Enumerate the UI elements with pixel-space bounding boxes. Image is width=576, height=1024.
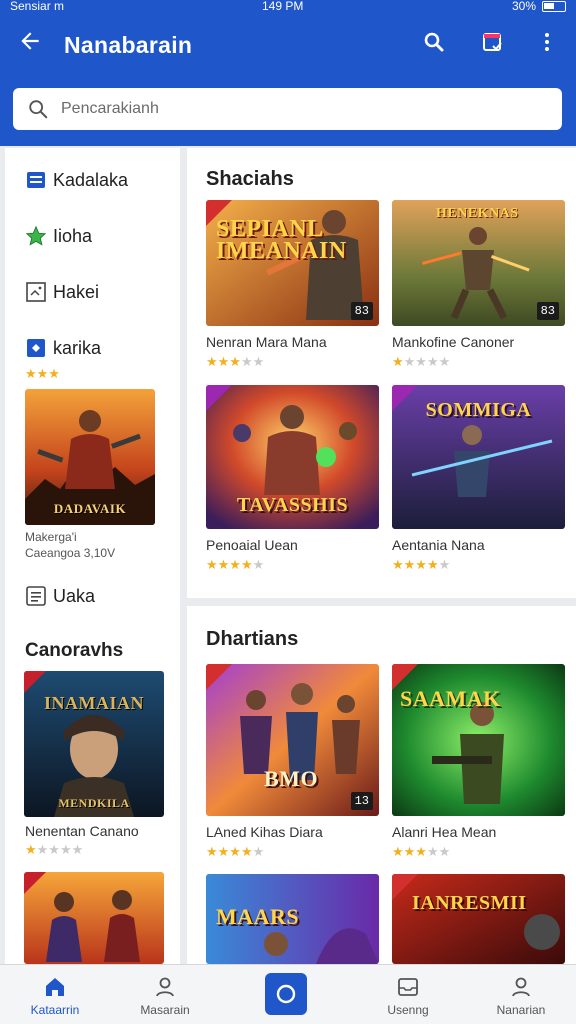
nav-label: Usenng: [387, 1003, 429, 1017]
side-game-rating: ★★★★★: [25, 842, 84, 857]
search-icon: [29, 100, 48, 119]
game-thumbnail: SEPIANL IMEANAIN 83: [206, 200, 379, 326]
search-icon[interactable]: [419, 30, 449, 60]
nav-label: Masarain: [140, 1003, 190, 1017]
card-badge: 13: [350, 792, 373, 810]
side-game-art-sub: MENDKILA: [58, 796, 130, 810]
inbox-icon: [398, 978, 418, 996]
sidebar-item-label: Kadalaka: [53, 170, 129, 190]
card-rating: ★★★★★: [392, 844, 451, 859]
sidebar-item-iioha[interactable]: Iioha: [5, 214, 180, 258]
app-bar: Nanabarain: [0, 14, 576, 78]
image-icon: [26, 282, 46, 302]
star-icon: [25, 225, 47, 246]
list-icon: [27, 172, 45, 188]
side-game-title: Nenentan Canano: [25, 823, 139, 839]
search-bar-container: [0, 78, 576, 146]
person-icon: [156, 977, 174, 997]
game-thumbnail: SAAMAK: [392, 664, 565, 816]
section-title: Shaciahs: [206, 168, 294, 190]
card-rating: ★★★★★: [392, 557, 451, 572]
card-art-title: BMO: [264, 766, 319, 791]
card-title: Alanri Hea Mean: [392, 824, 497, 840]
tag-icon: [27, 339, 45, 357]
featured-art-title: DADAVAIK: [53, 501, 127, 516]
sidebar-item-kadalaka[interactable]: Kadalaka: [5, 158, 180, 202]
card-rating: ★★★★★: [206, 557, 265, 572]
nav-item-usenng[interactable]: Usenng: [353, 965, 463, 1024]
sidebar-item-label: Hakei: [53, 282, 100, 302]
nav-label: Kataarrin: [30, 1003, 80, 1017]
section-featured: Shaciahs SEPIANL IMEANAIN 83 Nenran Mara…: [187, 148, 576, 598]
page-title: Nanabarain: [64, 32, 193, 58]
side-game-image[interactable]: INAMAIAN MENDKILA: [24, 671, 164, 817]
card-badge: 83: [350, 302, 373, 320]
sidebar-item-hakei[interactable]: Hakei: [5, 270, 180, 314]
game-thumbnail: TAVASSHIS: [206, 385, 379, 529]
game-thumbnail: IANRESMII: [392, 874, 565, 964]
sidebar: Kadalaka Iioha Hakei karika ★★★ DADAVAIK…: [5, 148, 180, 964]
card-title: Nenran Mara Mana: [206, 334, 327, 350]
calendar-check-icon[interactable]: [478, 30, 508, 60]
sidebar-item-uaka[interactable]: Uaka: [5, 574, 180, 618]
featured-caption-1: Makerga'i: [25, 530, 77, 544]
side-game-image-2[interactable]: [24, 872, 164, 964]
featured-caption-2: Caeangoa 3,10V: [25, 546, 116, 560]
sidebar-item-label: Uaka: [53, 586, 96, 606]
card-title: Mankofine Canoner: [392, 334, 515, 350]
camera-icon: [276, 984, 296, 1004]
card-rating: ★★★★★: [206, 354, 265, 369]
search-box[interactable]: [13, 88, 562, 130]
battery-icon: [542, 1, 566, 12]
home-icon: [46, 978, 64, 996]
account-icon: [512, 977, 530, 997]
card-title: LAned Kihas Diara: [206, 824, 323, 840]
card-title: Aentania Nana: [392, 537, 485, 553]
arrow-left-icon[interactable]: [14, 28, 46, 60]
bottom-navigation: Kataarrin Masarain Usenng Nanarian: [0, 964, 576, 1024]
card-art-title: IANRESMII: [412, 892, 527, 914]
card-badge: 83: [536, 302, 559, 320]
card-art-title: MAARS: [216, 904, 300, 929]
game-thumbnail: HENEKNAS 83: [392, 200, 565, 326]
categories-heading: Canoravhs: [25, 640, 124, 661]
nav-label: Nanarian: [496, 1003, 546, 1017]
card-rating: ★★★★★: [206, 844, 265, 859]
battery-percent: 30%: [511, 0, 536, 13]
nav-item-home[interactable]: Kataarrin: [0, 965, 110, 1024]
card-art-title: HENEKNAS: [436, 206, 519, 221]
nav-item-masarain[interactable]: Masarain: [110, 965, 220, 1024]
card-art-title: SOMMIGA: [425, 399, 532, 421]
sidebar-item-label: Iioha: [53, 226, 93, 246]
card-art-title: SAAMAK: [400, 686, 501, 711]
card-art-title: TAVASSHIS: [236, 494, 349, 516]
nav-item-nanarian[interactable]: Nanarian: [466, 965, 576, 1024]
sidebar-item-karika[interactable]: karika: [5, 326, 180, 370]
search-input[interactable]: [61, 94, 541, 124]
card-art-title: SEPIANL IMEANAIN: [216, 216, 347, 264]
card-rating: ★★★★★: [392, 354, 451, 369]
sidebar-item-label: karika: [53, 338, 102, 358]
clock: 149 PM: [262, 0, 304, 13]
carrier-text: Sensiar m: [10, 0, 65, 13]
featured-game-image[interactable]: DADAVAIK: [25, 389, 155, 525]
side-game-art-title: INAMAIAN: [44, 693, 144, 713]
main-content: Shaciahs SEPIANL IMEANAIN 83 Nenran Mara…: [187, 148, 576, 964]
section-title: Dhartians: [206, 628, 299, 650]
game-thumbnail: SOMMIGA: [392, 385, 565, 529]
rating-stars: ★★★: [25, 366, 60, 381]
document-icon: [26, 586, 46, 606]
more-vert-icon[interactable]: [532, 30, 562, 60]
game-thumbnail: MAARS: [206, 874, 379, 964]
game-thumbnail: BMO 13: [206, 664, 379, 816]
section-popular: Dhartians BMO 13 LAned Kihas Diara ★★★★★: [187, 606, 576, 964]
nav-item-camera[interactable]: [265, 973, 307, 1015]
status-bar: Sensiar m 149 PM 30%: [0, 0, 576, 14]
card-title: Penoaial Uean: [206, 537, 298, 553]
